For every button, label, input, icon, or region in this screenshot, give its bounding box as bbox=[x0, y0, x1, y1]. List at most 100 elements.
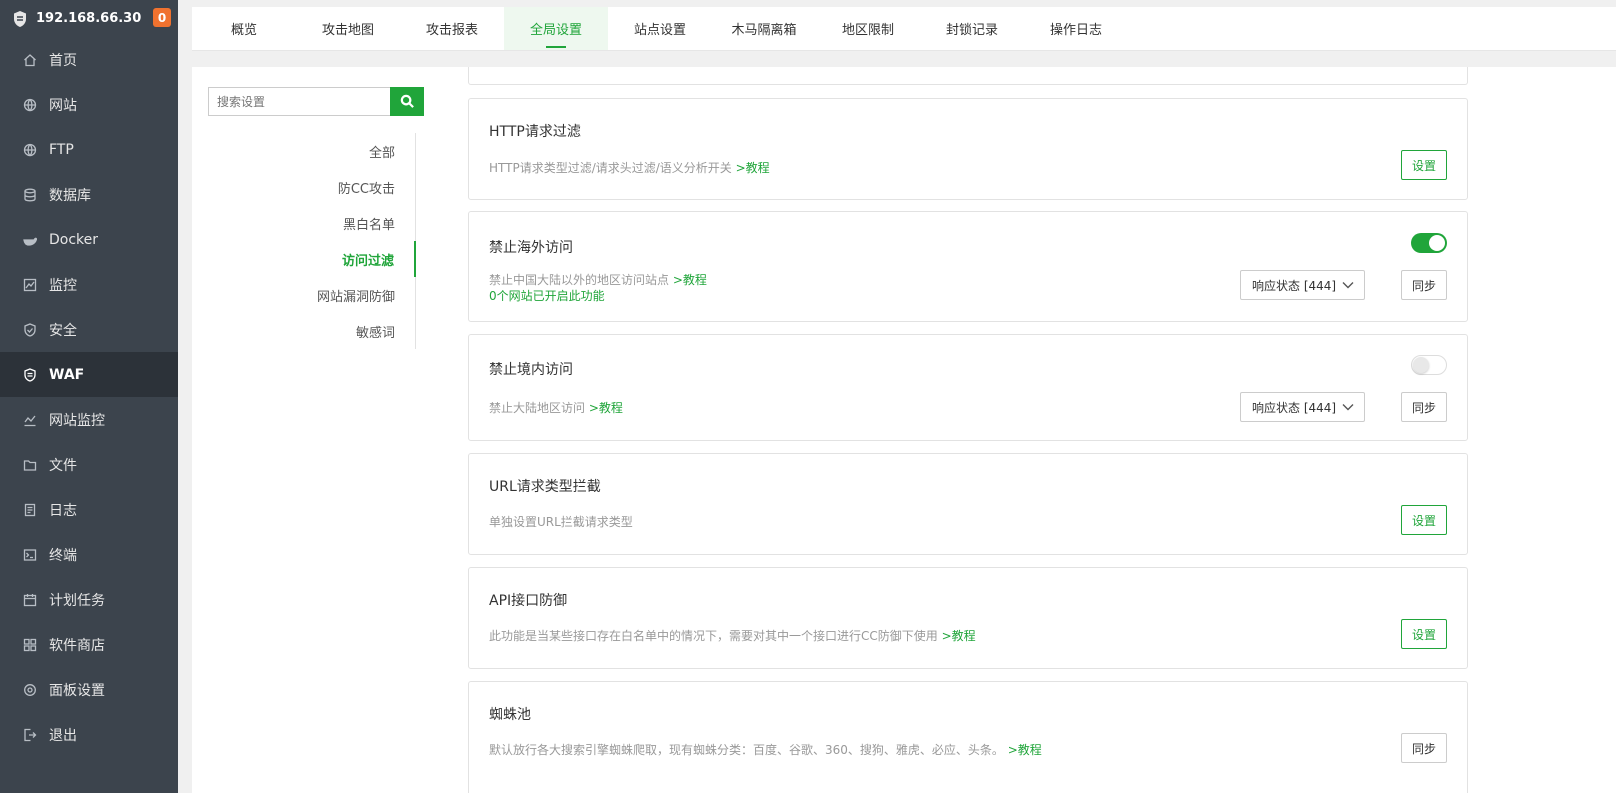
docker-icon bbox=[23, 233, 37, 247]
sidebar-item-panel-settings[interactable]: 面板设置 bbox=[0, 667, 178, 712]
logout-icon bbox=[23, 728, 37, 742]
sidebar-item-label: 日志 bbox=[49, 502, 77, 519]
subnav-item-sensitive-words[interactable]: 敏感词 bbox=[208, 313, 415, 349]
waf-shield-icon bbox=[23, 367, 37, 382]
sidebar-header: 192.168.66.30 bbox=[0, 0, 178, 37]
tab-global-settings[interactable]: 全局设置 bbox=[504, 7, 608, 50]
sidebar-item-label: Docker bbox=[49, 231, 99, 248]
subnav-item-anti-cc[interactable]: 防CC攻击 bbox=[208, 169, 415, 205]
sidebar-item-site-monitor[interactable]: 网站监控 bbox=[0, 397, 178, 442]
sidebar-item-label: 安全 bbox=[49, 322, 77, 339]
select-value: 响应状态 [444] bbox=[1252, 400, 1337, 415]
shield-icon bbox=[23, 322, 37, 337]
setting-card-spider-pool: 蜘蛛池 默认放行各大搜索引擎蜘蛛爬取，现有蜘蛛分类：百度、谷歌、360、搜狗、雅… bbox=[468, 681, 1468, 793]
sidebar-item-label: WAF bbox=[49, 366, 85, 383]
card-description: 默认放行各大搜索引擎蜘蛛爬取，现有蜘蛛分类：百度、谷歌、360、搜狗、雅虎、必应… bbox=[489, 743, 1042, 757]
tutorial-link[interactable]: >教程 bbox=[589, 401, 623, 415]
subnav-item-all[interactable]: 全部 bbox=[208, 133, 415, 169]
subnav-item-access-filter[interactable]: 访问过滤 bbox=[208, 241, 416, 277]
chevron-down-icon bbox=[1342, 404, 1354, 411]
globe-icon bbox=[23, 143, 37, 157]
select-value: 响应状态 [444] bbox=[1252, 278, 1337, 293]
sidebar-item-label: 首页 bbox=[49, 52, 77, 69]
card-title: HTTP请求过滤 bbox=[489, 124, 581, 140]
search-input[interactable] bbox=[208, 87, 390, 116]
sidebar-item-label: 软件商店 bbox=[49, 637, 105, 654]
sidebar-item-logs[interactable]: 日志 bbox=[0, 487, 178, 532]
main-content: 全部 防CC攻击 黑白名单 访问过滤 网站漏洞防御 敏感词 HTTP请求过滤 H… bbox=[192, 67, 1616, 793]
chart-icon bbox=[23, 413, 37, 427]
tutorial-link[interactable]: >教程 bbox=[673, 273, 707, 287]
card-description: 禁止大陆地区访问 >教程 bbox=[489, 401, 623, 415]
sidebar-item-label: 文件 bbox=[49, 457, 77, 474]
setting-card-url-type: URL请求类型拦截 单独设置URL拦截请求类型 设置 bbox=[468, 453, 1468, 555]
sidebar-item-terminal[interactable]: 终端 bbox=[0, 532, 178, 577]
sidebar-item-label: 终端 bbox=[49, 547, 77, 564]
http-filter-settings-button[interactable]: 设置 bbox=[1401, 150, 1447, 180]
setting-card-api-defense: API接口防御 此功能是当某些接口存在白名单中的情况下，需要对其中一个接口进行C… bbox=[468, 567, 1468, 669]
tab-operation-log[interactable]: 操作日志 bbox=[1024, 7, 1128, 50]
sidebar-menu: 首页 网站 FTP 数据库 Docker 监控 安全 WAF 网站监控 文件 日… bbox=[0, 37, 178, 757]
tab-trojan-quarantine[interactable]: 木马隔离箱 bbox=[712, 7, 816, 50]
toggle-knob bbox=[1429, 235, 1445, 251]
tutorial-link[interactable]: >教程 bbox=[942, 629, 976, 643]
subnav-item-vuln-defense[interactable]: 网站漏洞防御 bbox=[208, 277, 415, 313]
card-description: 此功能是当某些接口存在白名单中的情况下，需要对其中一个接口进行CC防御下使用 >… bbox=[489, 629, 976, 643]
sidebar-item-waf[interactable]: WAF bbox=[0, 352, 178, 397]
setting-card-block-domestic: 禁止境内访问 禁止大陆地区访问 >教程 响应状态 [444] 同步 bbox=[468, 334, 1468, 441]
tab-attack-report[interactable]: 攻击报表 bbox=[400, 7, 504, 50]
calendar-icon bbox=[23, 593, 37, 607]
api-defense-settings-button[interactable]: 设置 bbox=[1401, 619, 1447, 649]
tutorial-link[interactable]: >教程 bbox=[1008, 743, 1042, 757]
sidebar-item-store[interactable]: 软件商店 bbox=[0, 622, 178, 667]
sidebar-item-website[interactable]: 网站 bbox=[0, 82, 178, 127]
host-address: 192.168.66.30 bbox=[36, 11, 142, 26]
notification-badge[interactable]: 0 bbox=[153, 8, 171, 27]
sidebar-item-ftp[interactable]: FTP bbox=[0, 127, 178, 172]
tutorial-link[interactable]: >教程 bbox=[736, 161, 770, 175]
response-status-select[interactable]: 响应状态 [444] bbox=[1240, 270, 1365, 300]
sidebar-item-database[interactable]: 数据库 bbox=[0, 172, 178, 217]
block-domestic-sync-button[interactable]: 同步 bbox=[1401, 392, 1447, 422]
sidebar-item-files[interactable]: 文件 bbox=[0, 442, 178, 487]
sidebar-item-home[interactable]: 首页 bbox=[0, 37, 178, 82]
sidebar-item-cron[interactable]: 计划任务 bbox=[0, 577, 178, 622]
setting-card-http-filter: HTTP请求过滤 HTTP请求类型过滤/请求头过滤/语义分析开关 >教程 设置 bbox=[468, 98, 1468, 200]
sidebar-item-logout[interactable]: 退出 bbox=[0, 712, 178, 757]
apps-icon bbox=[23, 638, 37, 652]
top-tab-bar: 概览 攻击地图 攻击报表 全局设置 站点设置 木马隔离箱 地区限制 封锁记录 操… bbox=[192, 7, 1616, 51]
sidebar-item-monitor[interactable]: 监控 bbox=[0, 262, 178, 307]
sidebar-item-docker[interactable]: Docker bbox=[0, 217, 178, 262]
tab-site-settings[interactable]: 站点设置 bbox=[608, 7, 712, 50]
url-type-settings-button[interactable]: 设置 bbox=[1401, 505, 1447, 535]
block-overseas-sync-button[interactable]: 同步 bbox=[1401, 270, 1447, 300]
enabled-site-count: 0个网站已开启此功能 bbox=[489, 289, 605, 303]
settings-search bbox=[208, 87, 424, 116]
block-overseas-toggle[interactable] bbox=[1411, 233, 1447, 253]
logo-icon bbox=[14, 10, 26, 27]
spider-pool-sync-button[interactable]: 同步 bbox=[1401, 733, 1447, 763]
sidebar-item-label: 监控 bbox=[49, 277, 77, 294]
tab-attack-map[interactable]: 攻击地图 bbox=[296, 7, 400, 50]
search-button[interactable] bbox=[390, 87, 424, 116]
sidebar-item-security[interactable]: 安全 bbox=[0, 307, 178, 352]
card-title: 禁止境内访问 bbox=[489, 362, 573, 378]
sidebar-item-label: 计划任务 bbox=[49, 592, 105, 609]
tab-block-records[interactable]: 封锁记录 bbox=[920, 7, 1024, 50]
card-title: URL请求类型拦截 bbox=[489, 479, 601, 495]
tab-overview[interactable]: 概览 bbox=[192, 7, 296, 50]
sidebar-item-label: FTP bbox=[49, 141, 74, 158]
block-domestic-toggle[interactable] bbox=[1411, 355, 1447, 375]
card-description: 禁止中国大陆以外的地区访问站点 >教程 bbox=[489, 273, 707, 287]
sidebar-item-label: 网站 bbox=[49, 97, 77, 114]
database-icon bbox=[23, 188, 37, 202]
response-status-select[interactable]: 响应状态 [444] bbox=[1240, 392, 1365, 422]
card-title: 蜘蛛池 bbox=[489, 707, 531, 723]
search-icon bbox=[400, 94, 414, 108]
tab-region-limit[interactable]: 地区限制 bbox=[816, 7, 920, 50]
card-title: 禁止海外访问 bbox=[489, 240, 573, 256]
card-description: 单独设置URL拦截请求类型 bbox=[489, 515, 633, 529]
gear-icon bbox=[23, 683, 37, 697]
subnav-item-blackwhite-list[interactable]: 黑白名单 bbox=[208, 205, 415, 241]
globe-icon bbox=[23, 98, 37, 112]
